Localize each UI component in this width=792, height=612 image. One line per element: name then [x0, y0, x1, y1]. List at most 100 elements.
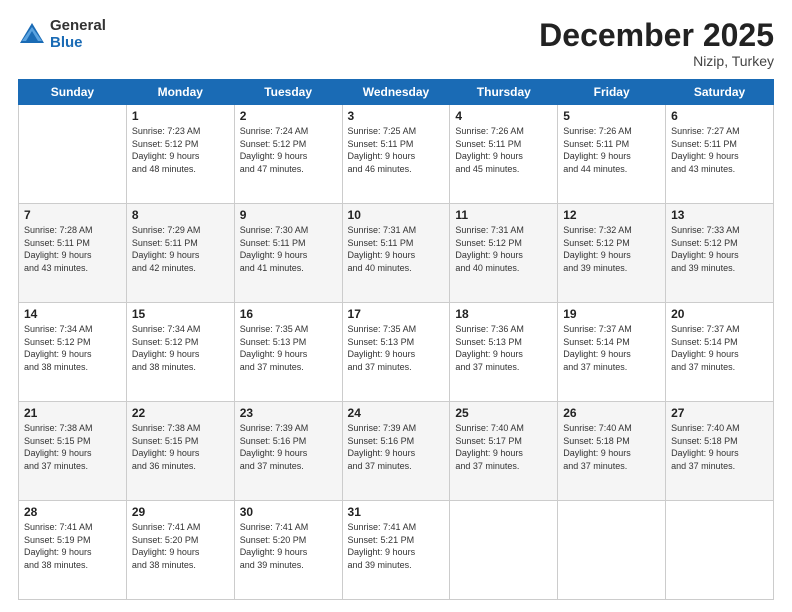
cell-info-14: Sunrise: 7:34 AM Sunset: 5:12 PM Dayligh…: [24, 323, 121, 373]
cell-info-6: Sunrise: 7:27 AM Sunset: 5:11 PM Dayligh…: [671, 125, 768, 175]
calendar-cell-w1-d1: 8 Sunrise: 7:29 AM Sunset: 5:11 PM Daylig…: [126, 204, 234, 303]
day-number-30: 30: [240, 505, 337, 519]
day-number-20: 20: [671, 307, 768, 321]
calendar-cell-w2-d1: 15 Sunrise: 7:34 AM Sunset: 5:12 PM Dayli…: [126, 303, 234, 402]
calendar-cell-w0-d3: 3Sunrise: 7:25 AM Sunset: 5:11 PM Daylig…: [342, 105, 450, 204]
col-sunday: Sunday: [19, 80, 127, 105]
calendar-cell-w3-d0: 21 Sunrise: 7:38 AM Sunset: 5:15 PM Dayli…: [19, 402, 127, 501]
day-number-7: 7: [24, 208, 121, 222]
calendar-cell-w3-d5: 26 Sunrise: 7:40 AM Sunset: 5:18 PM Dayli…: [558, 402, 666, 501]
cell-info-15: Sunrise: 7:34 AM Sunset: 5:12 PM Dayligh…: [132, 323, 229, 373]
week-row-0: 1 Sunrise: 7:23 AM Sunset: 5:12 PM Daylig…: [19, 105, 774, 204]
calendar-cell-w2-d5: 19 Sunrise: 7:37 AM Sunset: 5:14 PM Dayli…: [558, 303, 666, 402]
week-row-4: 28Sunrise: 7:41 AM Sunset: 5:19 PM Dayli…: [19, 501, 774, 600]
cell-info-21: Sunrise: 7:38 AM Sunset: 5:15 PM Dayligh…: [24, 422, 121, 472]
cell-info-24: Sunrise: 7:39 AM Sunset: 5:16 PM Dayligh…: [348, 422, 445, 472]
week-row-2: 14 Sunrise: 7:34 AM Sunset: 5:12 PM Dayli…: [19, 303, 774, 402]
day-number-21: 21: [24, 406, 121, 420]
calendar-cell-w2-d2: 16 Sunrise: 7:35 AM Sunset: 5:13 PM Dayli…: [234, 303, 342, 402]
day-number-26: 26: [563, 406, 660, 420]
calendar-cell-w4-d6: [666, 501, 774, 600]
calendar-cell-w4-d3: 31 Sunrise: 7:41 AM Sunset: 5:21 PM Dayli…: [342, 501, 450, 600]
day-number-6: 6: [671, 109, 768, 123]
logo-blue-text: Blue: [50, 35, 106, 52]
cell-info-4: Sunrise: 7:26 AM Sunset: 5:11 PM Dayligh…: [455, 125, 552, 175]
day-number-13: 13: [671, 208, 768, 222]
cell-info-16: Sunrise: 7:35 AM Sunset: 5:13 PM Dayligh…: [240, 323, 337, 373]
calendar-cell-w1-d2: 9Sunrise: 7:30 AM Sunset: 5:11 PM Daylig…: [234, 204, 342, 303]
calendar-cell-w3-d1: 22 Sunrise: 7:38 AM Sunset: 5:15 PM Dayli…: [126, 402, 234, 501]
calendar-header-row: Sunday Monday Tuesday Wednesday Thursday…: [19, 80, 774, 105]
calendar-cell-w4-d2: 30Sunrise: 7:41 AM Sunset: 5:20 PM Dayli…: [234, 501, 342, 600]
day-number-27: 27: [671, 406, 768, 420]
col-wednesday: Wednesday: [342, 80, 450, 105]
col-tuesday: Tuesday: [234, 80, 342, 105]
cell-info-2: Sunrise: 7:24 AM Sunset: 5:12 PM Dayligh…: [240, 125, 337, 175]
calendar-cell-w4-d1: 29Sunrise: 7:41 AM Sunset: 5:20 PM Dayli…: [126, 501, 234, 600]
calendar-cell-w1-d3: 10 Sunrise: 7:31 AM Sunset: 5:11 PM Dayli…: [342, 204, 450, 303]
title-location: Nizip, Turkey: [539, 53, 774, 69]
day-number-16: 16: [240, 307, 337, 321]
col-thursday: Thursday: [450, 80, 558, 105]
calendar-cell-w4-d5: [558, 501, 666, 600]
day-number-18: 18: [455, 307, 552, 321]
day-number-22: 22: [132, 406, 229, 420]
col-friday: Friday: [558, 80, 666, 105]
day-number-8: 8: [132, 208, 229, 222]
day-number-11: 11: [455, 208, 552, 222]
calendar-cell-w0-d4: 4Sunrise: 7:26 AM Sunset: 5:11 PM Daylig…: [450, 105, 558, 204]
day-number-1: 1: [132, 109, 229, 123]
calendar-cell-w3-d3: 24 Sunrise: 7:39 AM Sunset: 5:16 PM Dayli…: [342, 402, 450, 501]
cell-info-19: Sunrise: 7:37 AM Sunset: 5:14 PM Dayligh…: [563, 323, 660, 373]
cell-info-7: Sunrise: 7:28 AM Sunset: 5:11 PM Dayligh…: [24, 224, 121, 274]
cell-info-31: Sunrise: 7:41 AM Sunset: 5:21 PM Dayligh…: [348, 521, 445, 571]
day-number-31: 31: [348, 505, 445, 519]
logo-general-text: General: [50, 18, 106, 35]
calendar-cell-w2-d6: 20 Sunrise: 7:37 AM Sunset: 5:14 PM Dayli…: [666, 303, 774, 402]
calendar-cell-w4-d0: 28Sunrise: 7:41 AM Sunset: 5:19 PM Dayli…: [19, 501, 127, 600]
cell-info-9: Sunrise: 7:30 AM Sunset: 5:11 PM Dayligh…: [240, 224, 337, 274]
cell-info-10: Sunrise: 7:31 AM Sunset: 5:11 PM Dayligh…: [348, 224, 445, 274]
cell-info-13: Sunrise: 7:33 AM Sunset: 5:12 PM Dayligh…: [671, 224, 768, 274]
calendar-cell-w3-d4: 25 Sunrise: 7:40 AM Sunset: 5:17 PM Dayli…: [450, 402, 558, 501]
cell-info-17: Sunrise: 7:35 AM Sunset: 5:13 PM Dayligh…: [348, 323, 445, 373]
calendar-cell-w2-d0: 14 Sunrise: 7:34 AM Sunset: 5:12 PM Dayli…: [19, 303, 127, 402]
calendar-cell-w1-d6: 13 Sunrise: 7:33 AM Sunset: 5:12 PM Dayli…: [666, 204, 774, 303]
day-number-25: 25: [455, 406, 552, 420]
cell-info-8: Sunrise: 7:29 AM Sunset: 5:11 PM Dayligh…: [132, 224, 229, 274]
day-number-14: 14: [24, 307, 121, 321]
cell-info-1: Sunrise: 7:23 AM Sunset: 5:12 PM Dayligh…: [132, 125, 229, 175]
cell-info-25: Sunrise: 7:40 AM Sunset: 5:17 PM Dayligh…: [455, 422, 552, 472]
cell-info-12: Sunrise: 7:32 AM Sunset: 5:12 PM Dayligh…: [563, 224, 660, 274]
calendar-cell-w1-d4: 11 Sunrise: 7:31 AM Sunset: 5:12 PM Dayli…: [450, 204, 558, 303]
calendar-cell-w4-d4: [450, 501, 558, 600]
cell-info-20: Sunrise: 7:37 AM Sunset: 5:14 PM Dayligh…: [671, 323, 768, 373]
calendar-cell-w2-d4: 18Sunrise: 7:36 AM Sunset: 5:13 PM Dayli…: [450, 303, 558, 402]
calendar-cell-w0-d5: 5Sunrise: 7:26 AM Sunset: 5:11 PM Daylig…: [558, 105, 666, 204]
cell-info-26: Sunrise: 7:40 AM Sunset: 5:18 PM Dayligh…: [563, 422, 660, 472]
cell-info-11: Sunrise: 7:31 AM Sunset: 5:12 PM Dayligh…: [455, 224, 552, 274]
calendar-cell-w0-d2: 2 Sunrise: 7:24 AM Sunset: 5:12 PM Daylig…: [234, 105, 342, 204]
day-number-19: 19: [563, 307, 660, 321]
calendar-cell-w0-d1: 1 Sunrise: 7:23 AM Sunset: 5:12 PM Daylig…: [126, 105, 234, 204]
day-number-15: 15: [132, 307, 229, 321]
calendar-cell-w3-d6: 27Sunrise: 7:40 AM Sunset: 5:18 PM Dayli…: [666, 402, 774, 501]
day-number-23: 23: [240, 406, 337, 420]
logo-icon: [18, 21, 46, 49]
col-saturday: Saturday: [666, 80, 774, 105]
cell-info-22: Sunrise: 7:38 AM Sunset: 5:15 PM Dayligh…: [132, 422, 229, 472]
logo-text: General Blue: [50, 18, 106, 51]
calendar-cell-w3-d2: 23Sunrise: 7:39 AM Sunset: 5:16 PM Dayli…: [234, 402, 342, 501]
day-number-3: 3: [348, 109, 445, 123]
day-number-2: 2: [240, 109, 337, 123]
cell-info-29: Sunrise: 7:41 AM Sunset: 5:20 PM Dayligh…: [132, 521, 229, 571]
cell-info-5: Sunrise: 7:26 AM Sunset: 5:11 PM Dayligh…: [563, 125, 660, 175]
week-row-1: 7 Sunrise: 7:28 AM Sunset: 5:11 PM Daylig…: [19, 204, 774, 303]
day-number-10: 10: [348, 208, 445, 222]
day-number-24: 24: [348, 406, 445, 420]
calendar-cell-w0-d0: [19, 105, 127, 204]
title-block: December 2025 Nizip, Turkey: [539, 18, 774, 69]
calendar-table: Sunday Monday Tuesday Wednesday Thursday…: [18, 79, 774, 600]
header: General Blue December 2025 Nizip, Turkey: [18, 18, 774, 69]
day-number-28: 28: [24, 505, 121, 519]
